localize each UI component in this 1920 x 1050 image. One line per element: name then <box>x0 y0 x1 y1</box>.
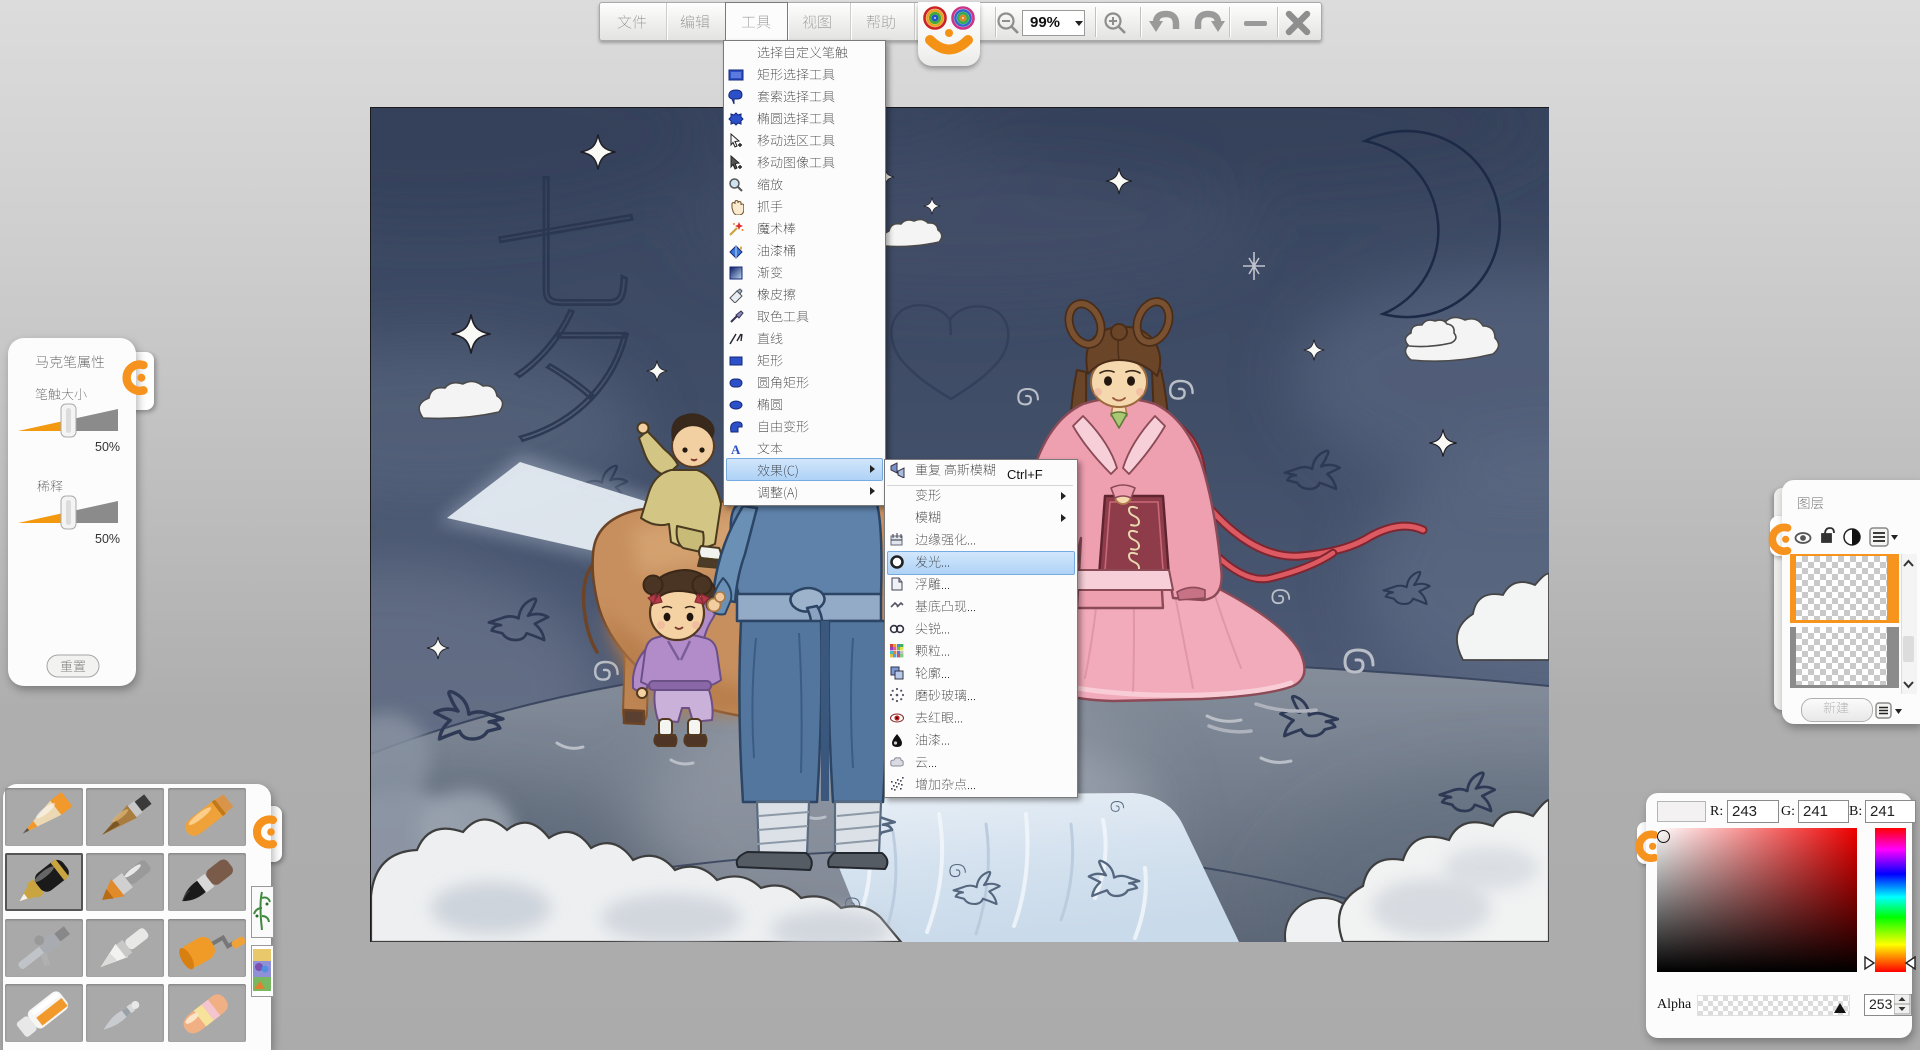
svg-text:A: A <box>731 442 741 457</box>
